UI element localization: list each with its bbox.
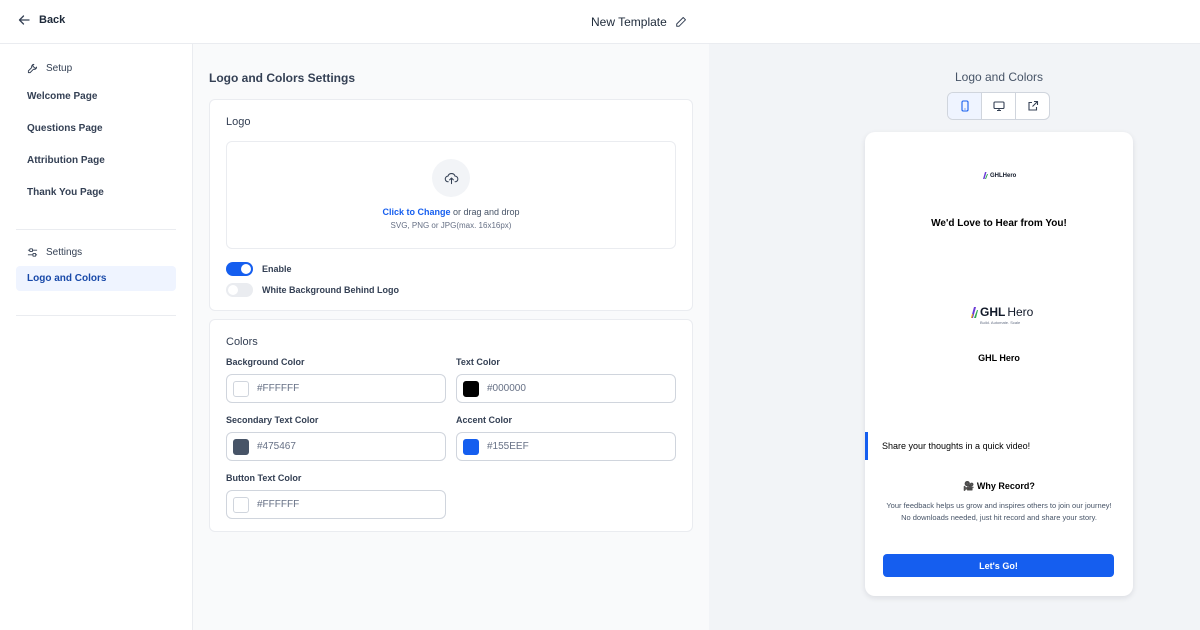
logo-card: Logo Click to Change or drag and drop SV… [209,99,693,311]
sidebar-item-welcome-page[interactable]: Welcome Page [27,91,97,102]
white-background-row: White Background Behind Logo [226,283,399,297]
template-title-group: New Template [591,15,687,29]
back-button[interactable]: Back [18,14,65,26]
arrow-left-icon [18,15,30,25]
accent-color-swatch[interactable] [463,438,479,455]
click-to-change-link[interactable]: Click to Change [382,207,450,217]
background-color-label: Background Color [226,357,305,367]
enable-logo-label: Enable [262,264,292,274]
desktop-view-button[interactable] [982,93,1016,119]
external-link-icon [1027,100,1038,111]
preview-heading: We'd Love to Hear from You! [931,218,1067,229]
upload-icon [432,159,470,197]
accent-color-value: #155EEF [487,441,529,452]
background-color-value: #FFFFFF [257,383,300,394]
enable-logo-toggle[interactable] [226,262,253,276]
sliders-icon [27,248,38,257]
sidebar-item-attribution-page[interactable]: Attribution Page [27,155,105,166]
secondary-text-color-value: #475467 [257,441,296,452]
share-prompt: Share your thoughts in a quick video! [865,432,1133,460]
white-background-toggle[interactable] [226,283,253,297]
colors-card-title: Colors [226,336,258,348]
button-text-color-label: Button Text Color [226,473,302,483]
background-color-swatch[interactable] [233,380,249,397]
small-logo-text: GHLHero [990,172,1017,179]
setup-label: Setup [46,63,73,74]
logo-card-title: Logo [226,116,251,128]
mobile-preview-frame: GHLHero We'd Love to Hear from You! GHL H… [865,132,1133,596]
accent-color-label: Accent Color [456,415,513,425]
button-text-color-value: #FFFFFF [257,499,300,510]
sidebar-divider [16,315,176,316]
why-record-title: Why Record? [976,481,1035,491]
colors-card: Colors Background Color #FFFFFF Text Col… [209,319,693,532]
sidebar-section-settings: Settings [27,247,82,258]
ghlhero-logo-icon [983,172,988,179]
why-record-heading: 🎥 Why Record? [865,481,1133,492]
mobile-view-button[interactable] [948,93,982,119]
desktop-icon [992,101,1005,112]
logo-tagline: Build. Automate. Scale [980,320,1021,325]
button-text-color-swatch[interactable] [233,496,249,513]
logo-text-bold: GHL [980,305,1006,319]
film-icon: 🎥 [963,481,975,491]
secondary-text-color-input[interactable]: #475467 [226,432,446,461]
settings-panel: Logo and Colors Settings Logo Click to C… [193,44,709,630]
preview-panel: Logo and Colors GHLHero We'd Love to Hea… [709,44,1200,630]
sidebar-section-setup: Setup [27,63,72,74]
logo-upload-dropzone[interactable]: Click to Change or drag and drop SVG, PN… [226,141,676,249]
text-color-input[interactable]: #000000 [456,374,676,403]
why-record-description: Your feedback helps us grow and inspires… [886,501,1112,522]
preview-title: Logo and Colors [954,70,1044,84]
lets-go-button[interactable]: Let's Go! [883,554,1114,577]
page-title: Logo and Colors Settings [209,71,355,85]
brand-logo: GHL Hero Build. Automate. Scale [971,305,1033,325]
back-label: Back [39,14,66,26]
sidebar: Setup Welcome Page Questions Page Attrib… [0,44,193,630]
template-title: New Template [591,15,667,29]
sidebar-item-questions-page[interactable]: Questions Page [27,123,103,134]
text-color-value: #000000 [487,383,526,394]
settings-label: Settings [46,247,83,258]
upload-hint: SVG, PNG or JPG(max. 16x16px) [390,221,512,230]
drag-drop-text: or drag and drop [452,207,520,217]
top-bar: Back New Template [0,0,1200,44]
accent-color-input[interactable]: #155EEF [456,432,676,461]
sidebar-item-thank-you-page[interactable]: Thank You Page [27,187,104,198]
upload-instructions: Click to Change or drag and drop [227,207,675,217]
pencil-icon[interactable] [675,16,687,28]
small-logo: GHLHero [983,172,1016,179]
ghlhero-logo-icon [971,307,978,318]
enable-logo-row: Enable [226,262,292,276]
secondary-text-color-swatch[interactable] [233,438,249,455]
mobile-icon [960,100,969,112]
secondary-text-color-label: Secondary Text Color [226,415,319,425]
white-background-label: White Background Behind Logo [262,285,399,295]
sidebar-item-logo-and-colors[interactable]: Logo and Colors [16,266,176,291]
text-color-label: Text Color [456,357,500,367]
sidebar-divider [16,229,176,230]
wrench-icon [27,63,38,74]
background-color-input[interactable]: #FFFFFF [226,374,446,403]
device-toggle-group [947,92,1050,120]
button-text-color-input[interactable]: #FFFFFF [226,490,446,519]
logo-text-regular: Hero [1007,305,1034,319]
brand-name: GHL Hero [978,353,1020,363]
open-external-button[interactable] [1016,93,1049,119]
text-color-swatch[interactable] [463,380,479,397]
